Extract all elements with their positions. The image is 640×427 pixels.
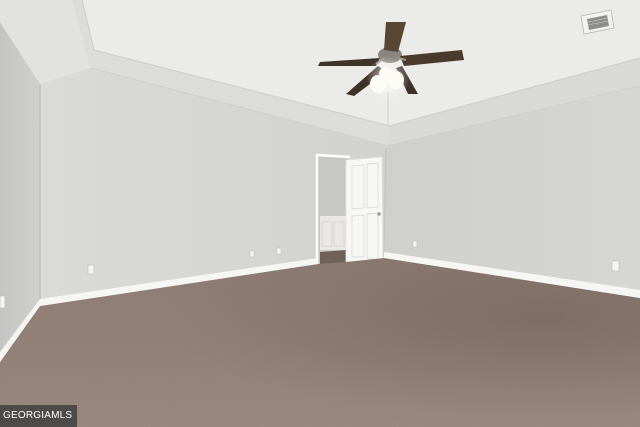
outlet xyxy=(249,250,255,258)
outlet xyxy=(276,247,282,255)
mls-watermark: GEORGIAMLS xyxy=(0,405,78,427)
fan-light-globe xyxy=(379,67,393,81)
door-knob xyxy=(377,212,381,216)
hallway-wainscot xyxy=(320,216,346,250)
outlet xyxy=(87,264,95,275)
outlet xyxy=(0,295,6,309)
outlet xyxy=(611,260,620,272)
outlet xyxy=(412,240,418,248)
empty-bedroom-photo: GEORGIAMLS xyxy=(0,0,640,427)
room-illustration xyxy=(0,0,640,427)
